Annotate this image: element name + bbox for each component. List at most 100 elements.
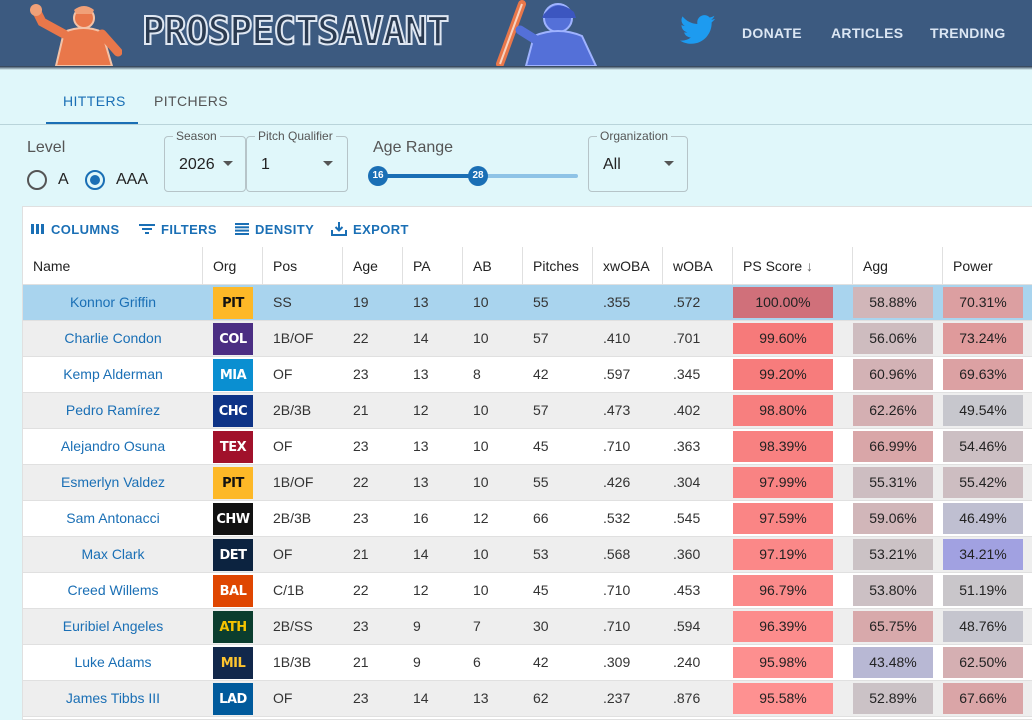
cell-name[interactable]: Euribiel Angeles (23, 609, 203, 644)
cell-agg: 53.80% (853, 575, 933, 606)
cell-name[interactable]: Max Clark (23, 537, 203, 572)
export-button[interactable]: EXPORT (331, 221, 409, 237)
cell-age: 21 (353, 654, 369, 670)
cell-pitches: 42 (533, 654, 549, 670)
age-range-max-thumb[interactable]: 28 (468, 166, 488, 186)
column-header-woba[interactable]: wOBA (663, 247, 733, 285)
site-wordmark[interactable]: PROSPECTSAVANT (142, 9, 460, 53)
cell-pa: 9 (413, 618, 421, 634)
cell-woba: .453 (673, 582, 701, 598)
density-button[interactable]: DENSITY (235, 221, 314, 237)
column-header-age[interactable]: Age (343, 247, 403, 285)
level-radio-aaa[interactable] (85, 170, 105, 190)
nav-donate[interactable]: DONATE (742, 24, 802, 42)
table-row[interactable]: Konnor Griffin PIT SS 19 13 10 55 .355 .572 100.0… (23, 285, 1032, 321)
season-select[interactable]: Season 2026 (164, 129, 246, 192)
cell-name[interactable]: Luke Adams (23, 645, 203, 680)
organization-select[interactable]: Organization All (588, 129, 688, 192)
twitter-icon[interactable] (680, 14, 716, 46)
level-radio-aaa-label[interactable]: AAA (116, 171, 148, 189)
cell-pa: 13 (413, 474, 429, 490)
column-header-label: xwOBA (603, 258, 650, 274)
cell-ab: 10 (473, 474, 489, 490)
table-row[interactable]: Creed Willems BAL C/1B 22 12 10 45 .710 .453 96.7… (23, 573, 1032, 609)
cell-age: 22 (353, 582, 369, 598)
table-row[interactable]: Charlie Condon COL 1B/OF 22 14 10 57 .410 .701 99… (23, 321, 1032, 357)
sort-arrow-down-icon[interactable]: ↓ (802, 258, 813, 274)
cell-name[interactable]: Kemp Alderman (23, 357, 203, 392)
cell-name[interactable]: Alejandro Osuna (23, 429, 203, 464)
table-row[interactable]: James Tibbs III LAD OF 23 14 13 62 .237 .876 95.5… (23, 681, 1032, 717)
column-header-label: Agg (863, 258, 888, 274)
filters-button[interactable]: FILTERS (139, 221, 217, 237)
column-header-agg[interactable]: Agg (853, 247, 943, 285)
cell-woba: .545 (673, 510, 701, 526)
cell-xwoba: .410 (603, 330, 631, 346)
cell-power: 70.31% (943, 287, 1023, 318)
table-row[interactable]: Euribiel Angeles ATH 2B/SS 23 9 7 30 .710 .594 96… (23, 609, 1032, 645)
cell-pos: OF (273, 366, 293, 382)
cell-pitches: 55 (533, 474, 549, 490)
organization-label: Organization (597, 129, 672, 143)
cell-name[interactable]: Esmerlyn Valdez (23, 465, 203, 500)
table-row[interactable]: Pedro Ramírez CHC 2B/3B 21 12 10 57 .473 .402 98.… (23, 393, 1032, 429)
table-row[interactable]: Alejandro Osuna TEX OF 23 13 10 45 .710 .363 98.3… (23, 429, 1032, 465)
column-header-name[interactable]: Name (23, 247, 203, 285)
age-range-min-thumb[interactable]: 16 (368, 166, 388, 186)
cell-pitches: 42 (533, 366, 549, 382)
cell-age: 21 (353, 402, 369, 418)
tab-pitchers[interactable]: PITCHERS (154, 92, 228, 110)
cell-ab: 10 (473, 294, 489, 310)
cell-name[interactable]: Creed Willems (23, 573, 203, 608)
cell-power: 69.63% (943, 359, 1023, 390)
cell-name[interactable]: Sam Antonacci (23, 501, 203, 536)
table-row[interactable]: Sam Antonacci CHW 2B/3B 23 16 12 66 .532 .545 97.… (23, 501, 1032, 537)
pitch-qualifier-value: 1 (261, 156, 270, 173)
column-header-power[interactable]: Power (943, 247, 1032, 285)
cell-power: 48.76% (943, 611, 1023, 642)
columns-button-label: COLUMNS (51, 221, 120, 237)
cell-ab: 7 (473, 618, 481, 634)
cell-pitches: 45 (533, 438, 549, 454)
column-header-org[interactable]: Org (203, 247, 263, 285)
cell-org: LAD (203, 681, 263, 716)
column-header-label: Pitches (533, 258, 579, 274)
table-row[interactable]: Luke Adams MIL 1B/3B 21 9 6 42 .309 .240 95.98% 43… (23, 645, 1032, 681)
nav-trending[interactable]: TRENDING (930, 24, 1006, 42)
team-logo-badge: LAD (213, 683, 253, 715)
cell-ps: 97.99% (733, 467, 833, 498)
pitch-qualifier-select[interactable]: Pitch Qualifier 1 (246, 129, 348, 192)
columns-button[interactable]: COLUMNS (31, 221, 120, 237)
column-header-pos[interactable]: Pos (263, 247, 343, 285)
pitcher-logo-icon[interactable] (28, 2, 122, 66)
cell-pos: 2B/3B (273, 402, 312, 418)
column-header-ab[interactable]: AB (463, 247, 523, 285)
cell-name[interactable]: Charlie Condon (23, 321, 203, 356)
cell-pa: 14 (413, 690, 429, 706)
nav-articles[interactable]: ARTICLES (831, 24, 903, 42)
export-button-label: EXPORT (353, 221, 409, 237)
level-radio-a[interactable] (27, 170, 47, 190)
team-logo-badge: BAL (213, 575, 253, 607)
column-header-ps[interactable]: PS Score ↓ (733, 247, 853, 285)
level-radio-a-label[interactable]: A (58, 171, 69, 189)
column-header-xwoba[interactable]: xwOBA (593, 247, 663, 285)
cell-ab: 10 (473, 438, 489, 454)
cell-age: 19 (353, 294, 369, 310)
cell-org: PIT (203, 465, 263, 500)
cell-age: 22 (353, 474, 369, 490)
density-icon (235, 223, 249, 235)
table-row[interactable]: Max Clark DET OF 21 14 10 53 .568 .360 97.19% 53.2… (23, 537, 1032, 573)
cell-name[interactable]: Konnor Griffin (23, 285, 203, 320)
column-header-pa[interactable]: PA (403, 247, 463, 285)
column-header-pitches[interactable]: Pitches (523, 247, 593, 285)
cell-ps: 100.00% (733, 287, 833, 318)
cell-org: MIA (203, 357, 263, 392)
cell-name[interactable]: Pedro Ramírez (23, 393, 203, 428)
pitch-qualifier-label: Pitch Qualifier (255, 129, 336, 143)
batter-logo-icon[interactable] (492, 0, 602, 66)
table-row[interactable]: Kemp Alderman MIA OF 23 13 8 42 .597 .345 99.20% 6… (23, 357, 1032, 393)
table-row[interactable]: Esmerlyn Valdez PIT 1B/OF 22 13 10 55 .426 .304 9… (23, 465, 1032, 501)
cell-name[interactable]: James Tibbs III (23, 681, 203, 716)
tab-hitters[interactable]: HITTERS (63, 92, 126, 110)
